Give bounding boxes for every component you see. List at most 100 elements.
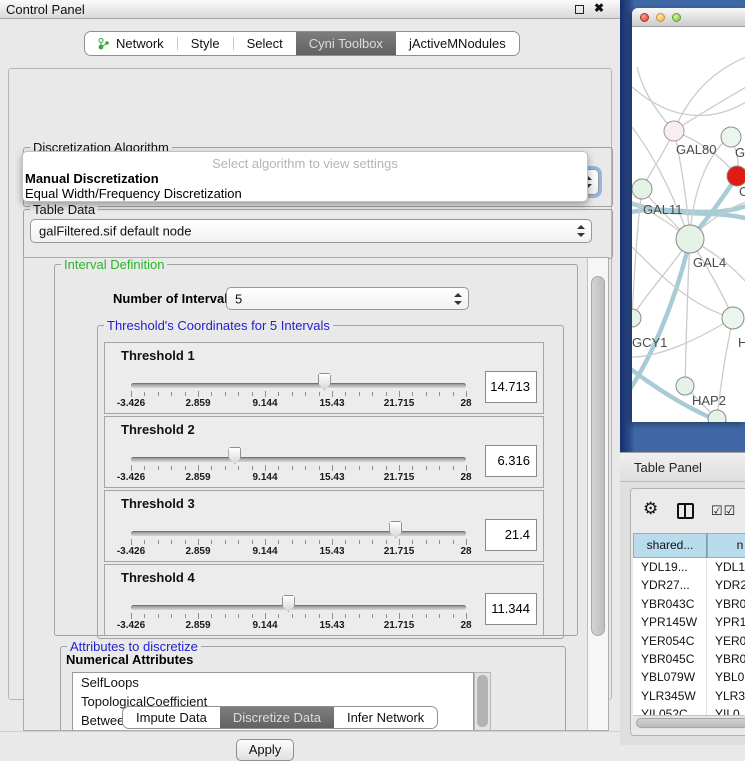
table-cell[interactable]: YDR27...	[633, 576, 707, 594]
tick-label: 15.43	[319, 546, 344, 557]
table-cell[interactable]: YBR043C	[633, 595, 707, 613]
slider-track[interactable]	[131, 457, 466, 462]
tab-label: Style	[191, 36, 220, 51]
tab-cyni-toolbox[interactable]: Cyni Toolbox	[296, 32, 396, 55]
table-row[interactable]: YER054CYER0	[633, 632, 745, 650]
table-cell[interactable]: YBL079W	[633, 668, 707, 686]
network-window: GAL80GAGAL11CGAL4GCY1HHAP2	[632, 8, 745, 422]
threshold-panel-4: Threshold 4-3.4262.8599.14415.4321.71528…	[104, 564, 544, 636]
slider-track[interactable]	[131, 383, 466, 388]
panel-title: Control Panel	[6, 2, 85, 17]
settings-vertical-scrollbar[interactable]	[587, 258, 608, 730]
dropdown-option-manual-discretization[interactable]: Manual Discretization	[25, 171, 159, 186]
column-layout-icon[interactable]	[677, 503, 694, 519]
settings-gear-icon[interactable]: ⚙	[643, 499, 658, 519]
tick-label: 9.144	[252, 472, 277, 483]
table-cell[interactable]: YER054C	[633, 632, 707, 650]
table-cell[interactable]: YBL0	[707, 668, 745, 686]
table-cell[interactable]: YDL1	[707, 558, 745, 576]
tab-label: jActiveMNodules	[409, 36, 506, 51]
network-node[interactable]	[632, 309, 641, 327]
tab-style[interactable]: Style	[178, 32, 233, 55]
network-node[interactable]	[722, 307, 744, 329]
control-panel: Control Panel ✖ Network Style Select Cyni T…	[0, 0, 620, 745]
table-column-header[interactable]: n	[707, 533, 745, 558]
table-row[interactable]: YLR345WYLR3	[633, 687, 745, 705]
table-row[interactable]: YBR045CYBR0	[633, 650, 745, 668]
number-of-intervals-combobox[interactable]: 5	[226, 287, 469, 310]
tick-label: 2.859	[185, 546, 210, 557]
slider-tick-labels: -3.4262.8599.14415.4321.71528	[131, 620, 466, 631]
network-node[interactable]	[721, 127, 741, 147]
close-icon[interactable]: ✖	[594, 1, 604, 15]
tab-discretize-data[interactable]: Discretize Data	[220, 707, 334, 728]
tab-label: Impute Data	[136, 710, 207, 725]
table-horizontal-scrollbar[interactable]	[633, 715, 745, 730]
network-node[interactable]	[676, 225, 704, 253]
table-cell[interactable]: YDR2	[707, 576, 745, 594]
table-cell[interactable]: YBR0	[707, 595, 745, 613]
scrollbar-thumb[interactable]	[477, 675, 488, 727]
slider-ticks	[131, 539, 466, 546]
numerical-attributes-label: Numerical Attributes	[66, 652, 193, 667]
tick-label: 9.144	[252, 546, 277, 557]
close-traffic-light-icon[interactable]	[640, 13, 649, 22]
table-panel-header: Table Panel	[620, 452, 745, 482]
tick-label: 28	[460, 620, 471, 631]
table-cell[interactable]: YBR045C	[633, 650, 707, 668]
table-cell[interactable]: YER0	[707, 632, 745, 650]
scrollbar-thumb[interactable]	[636, 718, 745, 728]
network-node[interactable]	[664, 121, 684, 141]
table-cell[interactable]: YLR345W	[633, 687, 707, 705]
network-node[interactable]	[632, 179, 652, 199]
tick-label: 21.715	[384, 620, 415, 631]
zoom-traffic-light-icon[interactable]	[672, 13, 681, 22]
network-node-label: GAL4	[693, 255, 726, 270]
attributes-list-scrollbar[interactable]	[474, 672, 491, 731]
threshold-value-field[interactable]: 11.344	[485, 593, 537, 625]
dropdown-option-equal-width-frequency[interactable]: Equal Width/Frequency Discretization	[25, 186, 242, 201]
tab-infer-network[interactable]: Infer Network	[334, 707, 437, 728]
scrollbar-thumb[interactable]	[591, 276, 605, 636]
tick-label: 21.715	[384, 398, 415, 409]
table-row[interactable]: YIL052CYIL0	[633, 705, 745, 715]
table-cell[interactable]: YBR0	[707, 650, 745, 668]
tick-label: 28	[460, 472, 471, 483]
threshold-value-field[interactable]: 21.4	[485, 519, 537, 551]
tab-impute-data[interactable]: Impute Data	[123, 707, 220, 728]
threshold-value-field[interactable]: 6.316	[485, 445, 537, 477]
table-row[interactable]: YBR043CYBR0	[633, 595, 745, 613]
minimize-traffic-light-icon[interactable]	[656, 13, 665, 22]
slider-track[interactable]	[131, 605, 466, 610]
network-canvas[interactable]: GAL80GAGAL11CGAL4GCY1HHAP2	[632, 27, 745, 422]
table-row[interactable]: YDR27...YDR2	[633, 576, 745, 594]
network-node-label: H	[738, 335, 745, 350]
float-window-icon[interactable]	[575, 5, 584, 14]
tab-network[interactable]: Network	[85, 32, 177, 55]
apply-button[interactable]: Apply	[236, 739, 294, 761]
network-node-label: C	[739, 184, 745, 199]
slider-ticks	[131, 391, 466, 398]
table-row[interactable]: YBL079WYBL0	[633, 668, 745, 686]
network-node[interactable]	[727, 166, 745, 186]
attribute-list-item[interactable]: SelfLoops	[73, 673, 473, 692]
tab-select[interactable]: Select	[234, 32, 296, 55]
table-row[interactable]: YDL19...YDL1	[633, 558, 745, 576]
table-cell[interactable]: YPR145W	[633, 613, 707, 631]
network-node-label: GAL80	[676, 142, 716, 157]
table-cell[interactable]: YPR1	[707, 613, 745, 631]
table-cell[interactable]: YLR3	[707, 687, 745, 705]
tab-jactivemnodules[interactable]: jActiveMNodules	[396, 32, 519, 55]
table-cell[interactable]: YIL0	[707, 705, 745, 715]
table-row[interactable]: YPR145WYPR1	[633, 613, 745, 631]
slider-track[interactable]	[131, 531, 466, 536]
table-cell[interactable]: YIL052C	[633, 705, 707, 715]
table-data-combobox[interactable]: galFiltered.sif default node	[30, 219, 592, 243]
threshold-value-field[interactable]: 14.713	[485, 371, 537, 403]
combo-stepper-icon	[577, 225, 584, 237]
top-tab-bar: Network Style Select Cyni Toolbox jActiveMNo…	[84, 31, 520, 56]
select-columns-checkboxes-icon[interactable]: ☑☑	[711, 503, 736, 519]
tab-label: Select	[247, 36, 283, 51]
table-column-header[interactable]: shared...	[633, 533, 707, 558]
table-cell[interactable]: YDL19...	[633, 558, 707, 576]
